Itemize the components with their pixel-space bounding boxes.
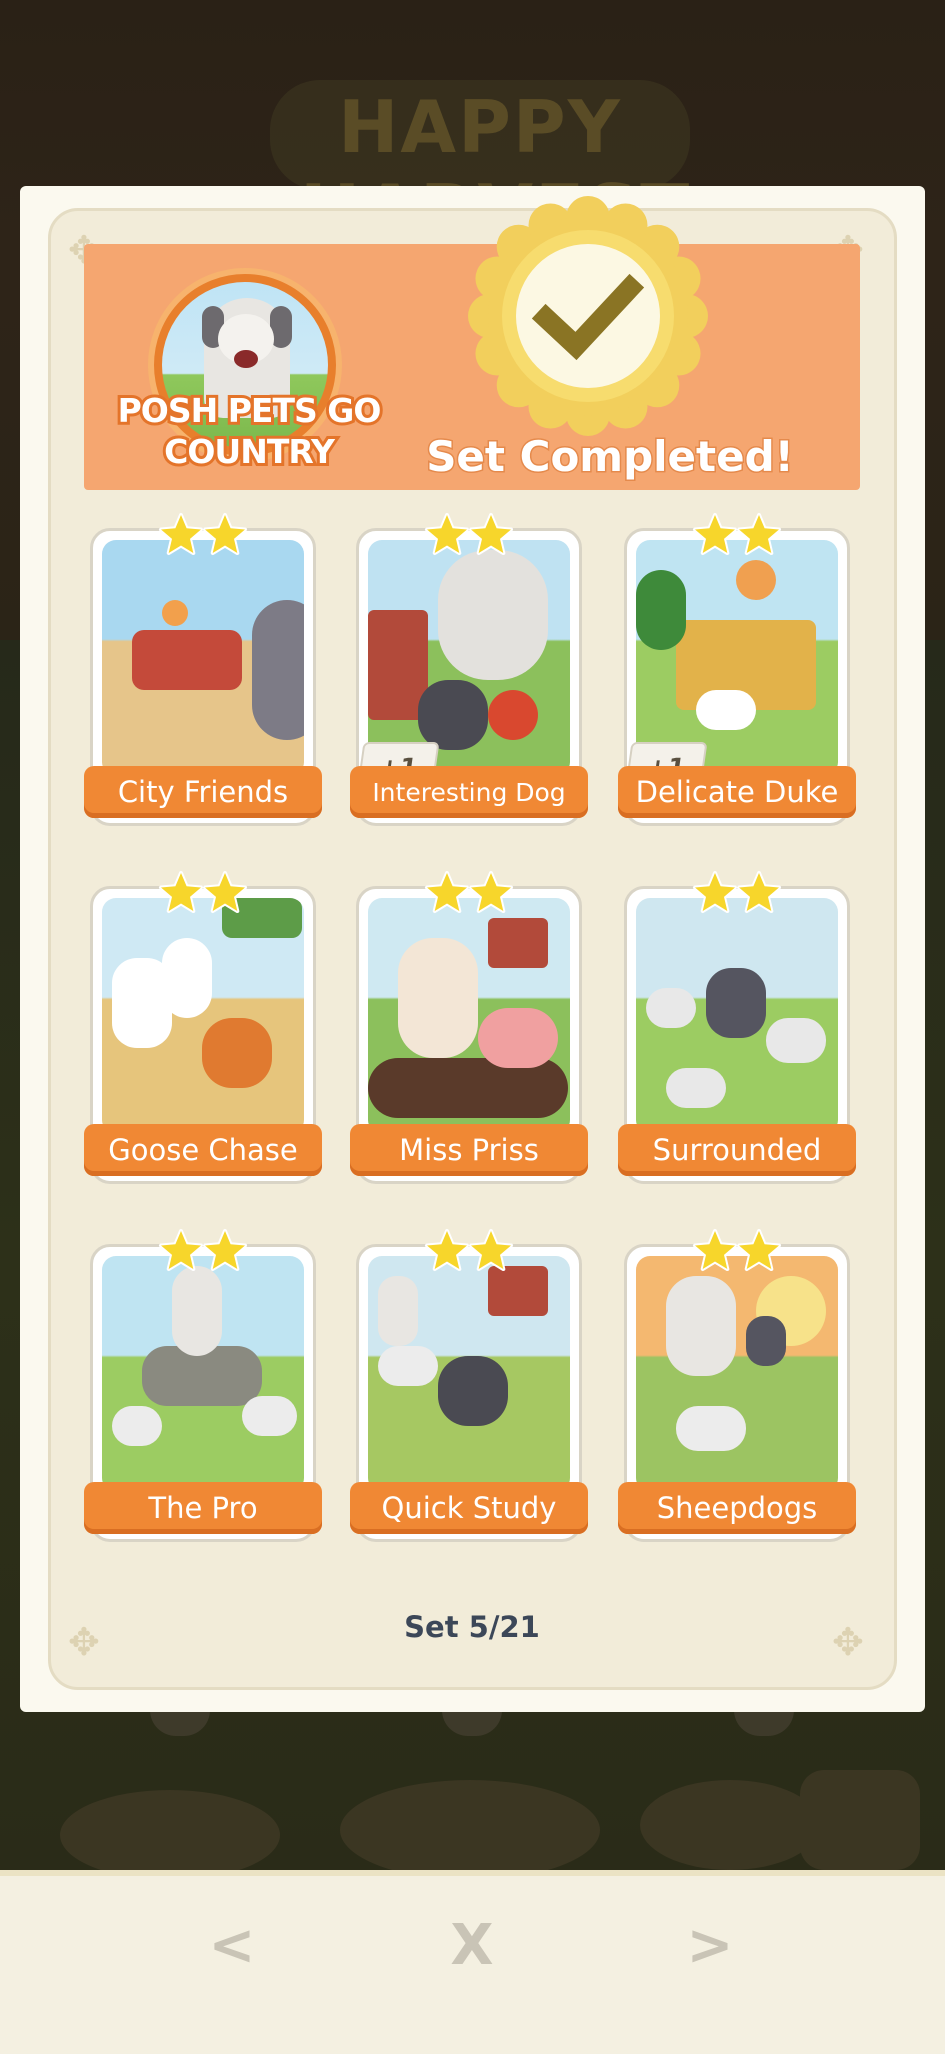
art-shape bbox=[202, 1018, 272, 1088]
star-icon bbox=[693, 513, 737, 555]
star-icon bbox=[159, 1229, 203, 1271]
close-button[interactable]: X bbox=[432, 1905, 512, 1985]
card-artwork bbox=[368, 1256, 570, 1492]
background-decoration bbox=[640, 1780, 820, 1870]
star-icon bbox=[425, 871, 469, 913]
art-shape bbox=[378, 1346, 438, 1386]
sticker-card[interactable]: +1Delicate Duke bbox=[618, 512, 856, 826]
sticker-card[interactable]: Quick Study bbox=[350, 1228, 588, 1542]
sticker-card[interactable]: The Pro bbox=[84, 1228, 322, 1542]
star-rating bbox=[693, 871, 781, 913]
art-shape bbox=[252, 600, 304, 740]
art-shape bbox=[398, 938, 478, 1058]
card-name: City Friends bbox=[84, 766, 322, 818]
card-name: Delicate Duke bbox=[618, 766, 856, 818]
art-shape bbox=[676, 1406, 746, 1451]
art-shape bbox=[696, 690, 756, 730]
star-icon bbox=[159, 871, 203, 913]
set-title: POSH PETS GO COUNTRY bbox=[115, 388, 385, 474]
art-shape bbox=[378, 1276, 418, 1346]
art-shape bbox=[706, 968, 766, 1038]
star-rating bbox=[693, 513, 781, 555]
card-artwork bbox=[368, 898, 570, 1134]
art-shape bbox=[736, 560, 776, 600]
next-set-button[interactable]: > bbox=[670, 1905, 750, 1985]
card-artwork bbox=[636, 540, 838, 776]
art-shape bbox=[132, 630, 242, 690]
sticker-card[interactable]: Sheepdogs bbox=[618, 1228, 856, 1542]
art-shape bbox=[438, 1356, 508, 1426]
star-icon bbox=[203, 1229, 247, 1271]
art-shape bbox=[666, 1068, 726, 1108]
star-rating bbox=[425, 871, 513, 913]
art-shape bbox=[766, 1018, 826, 1063]
star-icon bbox=[425, 1229, 469, 1271]
art-shape bbox=[418, 680, 488, 750]
card-name: Quick Study bbox=[350, 1482, 588, 1534]
sticker-card[interactable]: Goose Chase bbox=[84, 870, 322, 1184]
art-shape bbox=[646, 988, 696, 1028]
card-name: Surrounded bbox=[618, 1124, 856, 1176]
star-icon bbox=[159, 513, 203, 555]
card-artwork bbox=[368, 540, 570, 776]
art-shape bbox=[438, 550, 548, 680]
set-completed-label: Set Completed! bbox=[425, 431, 796, 483]
art-shape bbox=[636, 570, 686, 650]
corner-ornament-icon: ✥ bbox=[832, 1620, 864, 1664]
completed-seal-icon bbox=[468, 196, 708, 436]
star-icon bbox=[469, 871, 513, 913]
star-icon bbox=[737, 1229, 781, 1271]
close-icon: X bbox=[450, 1912, 494, 1978]
star-rating bbox=[425, 513, 513, 555]
star-rating bbox=[159, 871, 247, 913]
card-name: Goose Chase bbox=[84, 1124, 322, 1176]
art-shape bbox=[488, 918, 548, 968]
card-artwork bbox=[102, 540, 304, 776]
star-icon bbox=[737, 871, 781, 913]
star-icon bbox=[203, 871, 247, 913]
art-shape bbox=[242, 1396, 297, 1436]
sticker-card[interactable]: City Friends bbox=[84, 512, 322, 826]
star-rating bbox=[159, 513, 247, 555]
card-name: Miss Priss bbox=[350, 1124, 588, 1176]
sticker-card[interactable]: +1Interesting Dog bbox=[350, 512, 588, 826]
art-shape bbox=[172, 1266, 222, 1356]
star-icon bbox=[693, 871, 737, 913]
card-name: The Pro bbox=[84, 1482, 322, 1534]
art-shape bbox=[478, 1008, 558, 1068]
art-shape bbox=[112, 1406, 162, 1446]
set-counter: Set 5/21 bbox=[404, 1610, 540, 1644]
sticker-card[interactable]: Miss Priss bbox=[350, 870, 588, 1184]
star-icon bbox=[469, 1229, 513, 1271]
previous-set-button[interactable]: < bbox=[192, 1905, 272, 1985]
card-name: Sheepdogs bbox=[618, 1482, 856, 1534]
chevron-left-icon: < bbox=[208, 1912, 256, 1978]
art-shape bbox=[368, 1058, 568, 1118]
star-icon bbox=[693, 1229, 737, 1271]
art-shape bbox=[488, 690, 538, 740]
sticker-card[interactable]: Surrounded bbox=[618, 870, 856, 1184]
star-icon bbox=[425, 513, 469, 555]
card-artwork bbox=[102, 1256, 304, 1492]
star-rating bbox=[159, 1229, 247, 1271]
background-decoration bbox=[60, 1790, 280, 1880]
card-name: Interesting Dog bbox=[350, 766, 588, 818]
background-decoration bbox=[340, 1780, 600, 1880]
star-rating bbox=[425, 1229, 513, 1271]
star-icon bbox=[203, 513, 247, 555]
corner-ornament-icon: ✥ bbox=[68, 1620, 100, 1664]
star-icon bbox=[469, 513, 513, 555]
background-decoration bbox=[800, 1770, 920, 1870]
art-shape bbox=[746, 1316, 786, 1366]
star-rating bbox=[693, 1229, 781, 1271]
card-artwork bbox=[636, 1256, 838, 1492]
art-shape bbox=[666, 1276, 736, 1376]
art-shape bbox=[162, 938, 212, 1018]
card-artwork bbox=[636, 898, 838, 1134]
art-shape bbox=[162, 600, 188, 626]
chevron-right-icon: > bbox=[686, 1912, 734, 1978]
card-artwork bbox=[102, 898, 304, 1134]
star-icon bbox=[737, 513, 781, 555]
